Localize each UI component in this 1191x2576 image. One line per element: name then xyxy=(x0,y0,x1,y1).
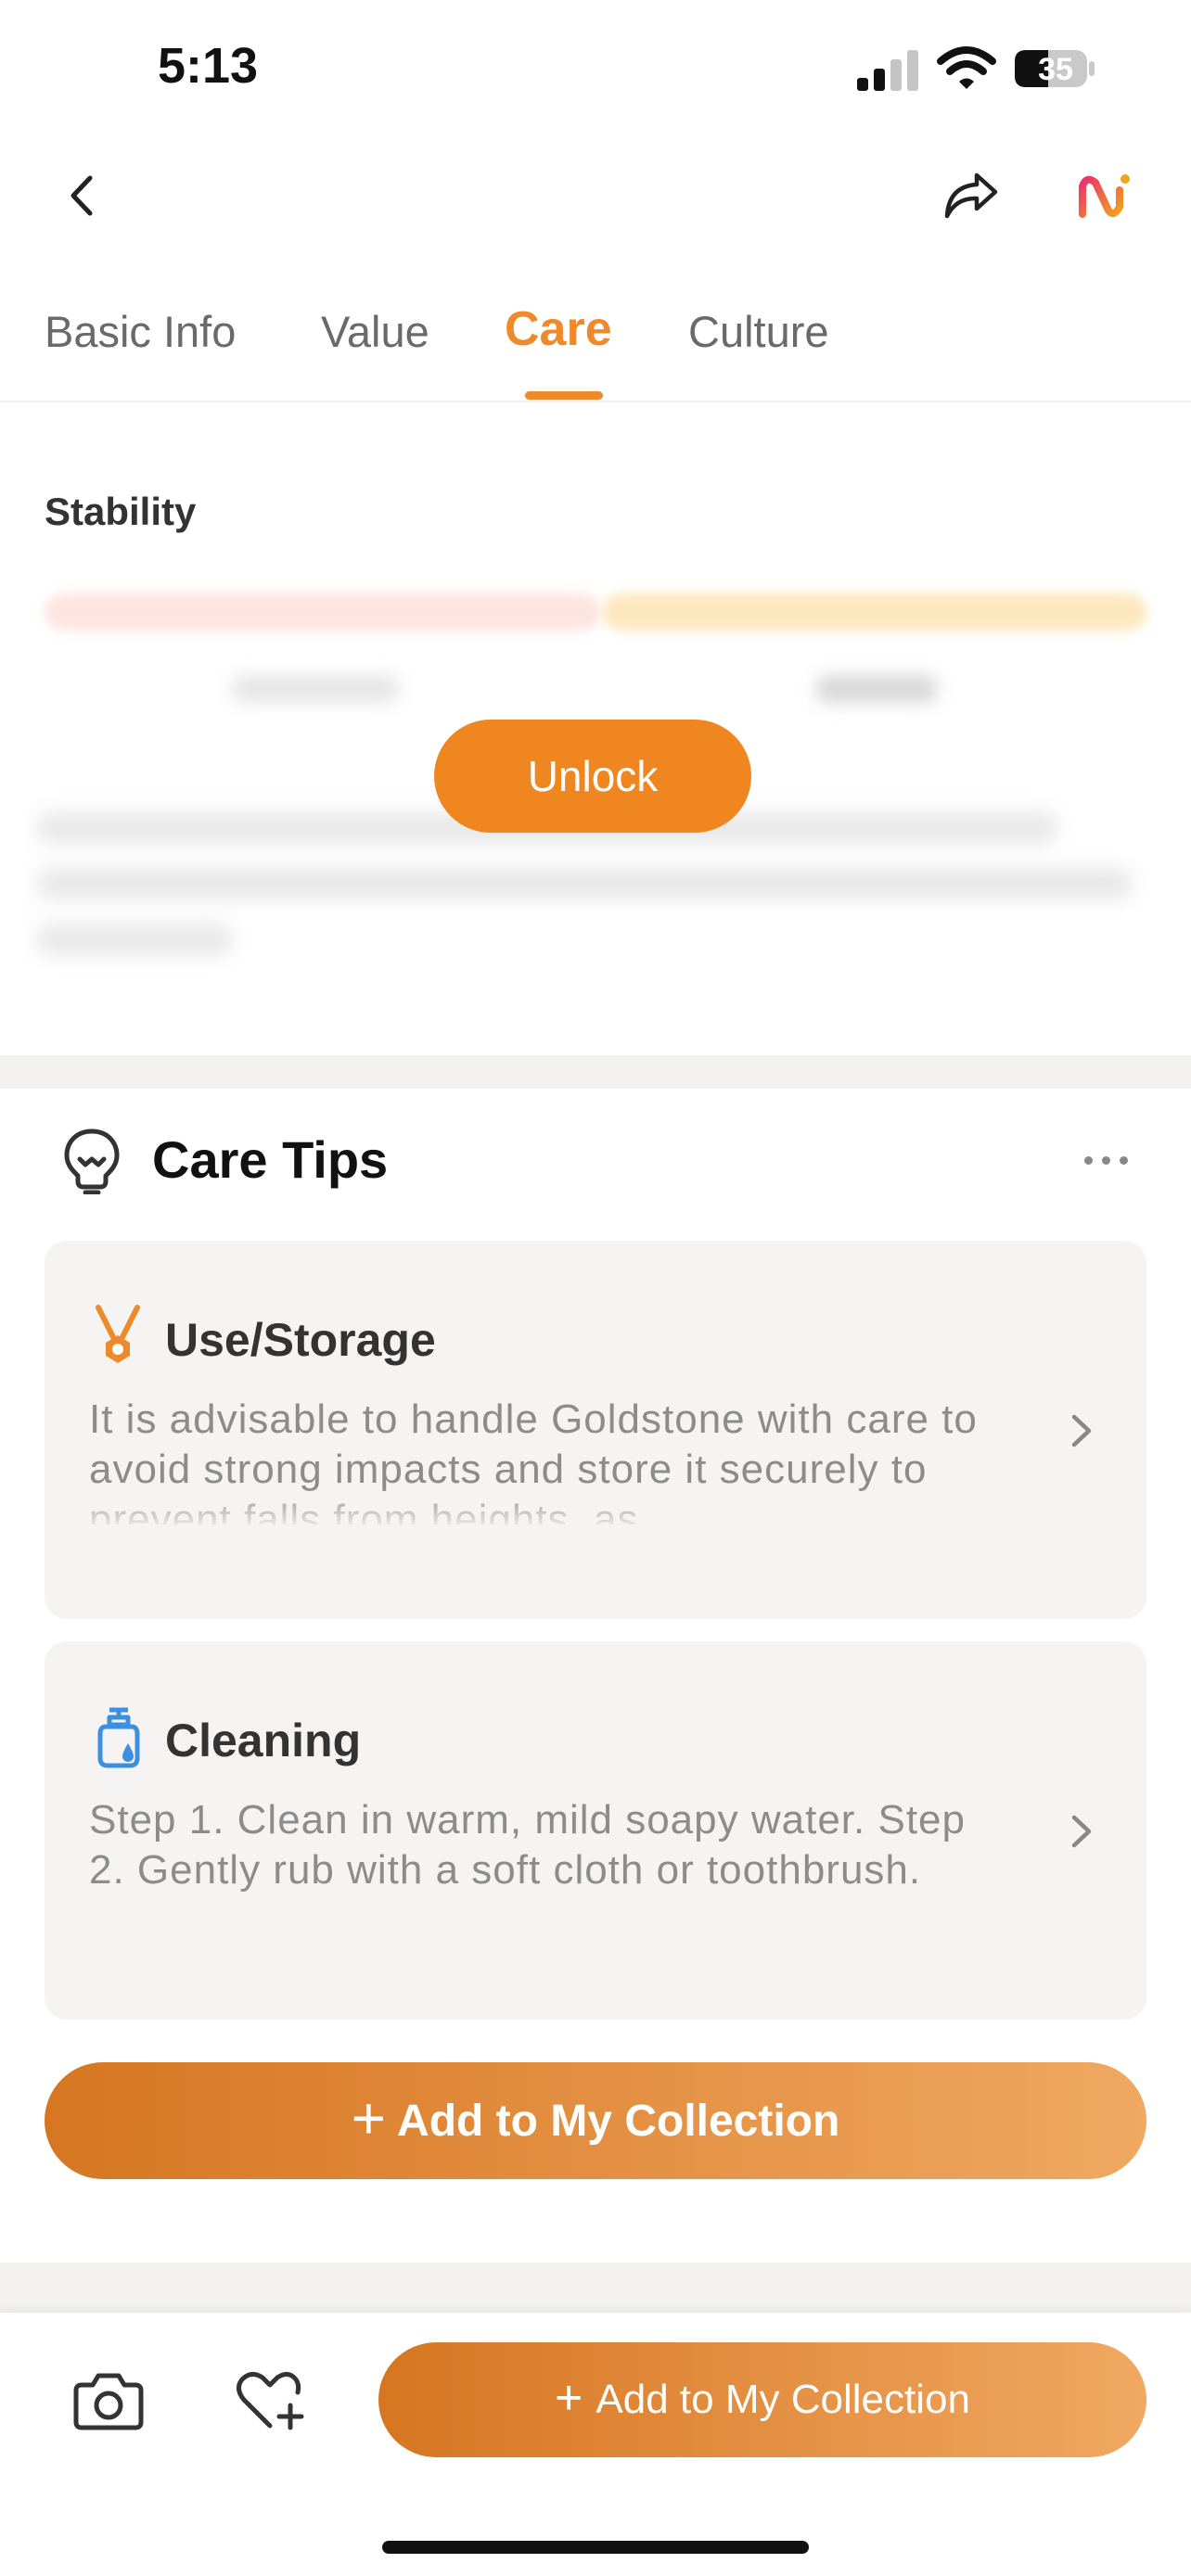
battery-level: 35 xyxy=(1038,52,1073,87)
unlock-button[interactable]: Unlock xyxy=(434,720,751,833)
camera-icon xyxy=(73,2373,144,2430)
cellular-signal-icon xyxy=(857,50,918,91)
section-separator xyxy=(0,1055,1191,1089)
care-tips-heading: Care Tips xyxy=(152,1130,389,1189)
card-title: Cleaning xyxy=(165,1715,362,1766)
share-button[interactable] xyxy=(929,154,1013,237)
active-tab-indicator xyxy=(525,391,603,400)
more-options-button[interactable] xyxy=(1069,1137,1143,1183)
wishlist-button[interactable] xyxy=(228,2359,312,2442)
ai-logo-icon xyxy=(1079,174,1130,218)
camera-button[interactable] xyxy=(67,2359,150,2442)
status-time: 5:13 xyxy=(158,38,259,94)
card-title: Use/Storage xyxy=(165,1314,436,1366)
tab-culture[interactable]: Culture xyxy=(688,306,829,357)
stability-bar-high xyxy=(603,593,1146,631)
stability-description-blurred xyxy=(37,812,1141,955)
heart-plus-icon xyxy=(237,2372,304,2430)
plus-icon: + xyxy=(351,2085,387,2151)
app-logo-button[interactable] xyxy=(1063,154,1146,237)
more-dot-icon xyxy=(1119,1155,1128,1165)
tab-basic-info[interactable]: Basic Info xyxy=(45,306,236,357)
stability-scale-right-blurred xyxy=(816,675,937,703)
card-description: Step 1. Clean in warm, mild soapy water.… xyxy=(89,1795,980,1925)
share-arrow-icon xyxy=(944,172,998,219)
chevron-left-icon xyxy=(70,175,93,216)
tab-value[interactable]: Value xyxy=(321,306,429,357)
home-indicator xyxy=(382,2541,809,2554)
stability-heading: Stability xyxy=(45,490,197,533)
battery-icon: 35 xyxy=(1013,46,1096,91)
card-description: It is advisable to handle Goldstone with… xyxy=(89,1395,980,1524)
care-card-cleaning[interactable]: Cleaning Step 1. Clean in warm, mild soa… xyxy=(45,1641,1146,2020)
lightbulb-icon xyxy=(64,1129,120,1194)
more-dot-icon xyxy=(1083,1155,1093,1165)
bottom-add-to-collection-button[interactable]: + Add to My Collection xyxy=(378,2342,1146,2457)
add-to-collection-button[interactable]: + Add to My Collection xyxy=(45,2062,1146,2179)
care-card-use-storage[interactable]: Use/Storage It is advisable to handle Go… xyxy=(45,1241,1146,1619)
wifi-icon xyxy=(937,46,996,89)
bottom-add-to-collection-label: Add to My Collection xyxy=(596,2377,970,2422)
necklace-icon xyxy=(96,1305,140,1363)
tab-divider xyxy=(0,401,1191,402)
chevron-right-icon xyxy=(1071,1815,1092,1848)
stability-scale-left-blurred xyxy=(232,675,399,703)
section-separator xyxy=(0,2263,1191,2318)
chevron-right-icon xyxy=(1071,1414,1092,1447)
more-dot-icon xyxy=(1101,1155,1110,1165)
add-to-collection-label: Add to My Collection xyxy=(397,2096,840,2146)
plus-icon: + xyxy=(555,2371,583,2425)
tab-care[interactable]: Care xyxy=(505,301,612,357)
stability-bar-low xyxy=(45,593,601,631)
soap-bottle-icon xyxy=(97,1707,140,1768)
back-button[interactable] xyxy=(41,154,124,237)
